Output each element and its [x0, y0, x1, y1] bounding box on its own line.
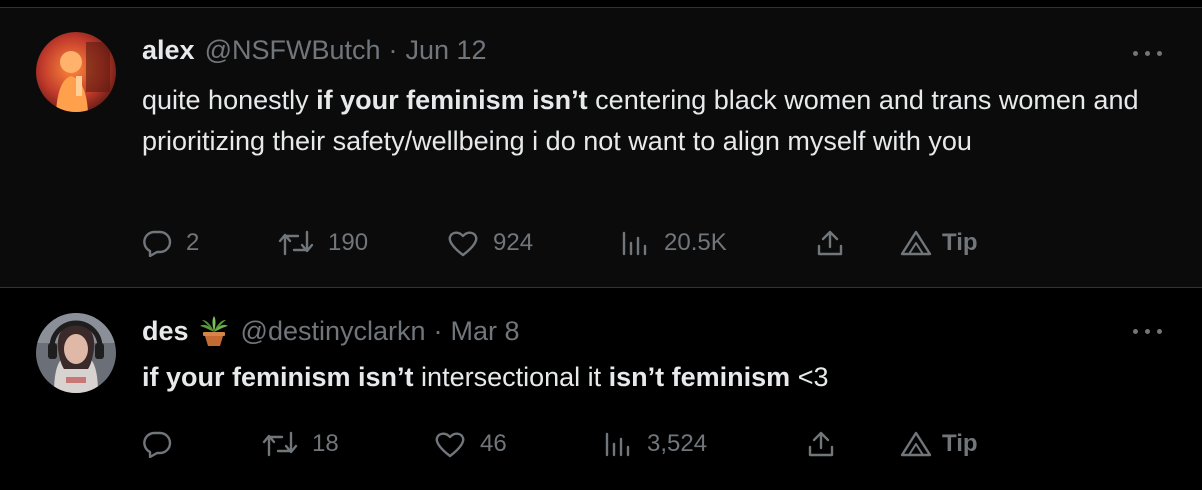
- views-button[interactable]: 3,524: [603, 424, 707, 464]
- text-bold-segment: isn’t feminism: [608, 362, 791, 392]
- share-icon: [817, 230, 843, 256]
- tweet-feed: alex @NSFWButch · Jun 12 quite honestly …: [0, 0, 1202, 490]
- separator-dot: ·: [433, 315, 443, 346]
- retweet-icon: [278, 230, 314, 256]
- tip-button[interactable]: Tip: [900, 223, 978, 263]
- reply-icon: [143, 230, 172, 257]
- like-count: 924: [493, 229, 534, 256]
- analytics-icon: [622, 231, 647, 256]
- share-button[interactable]: [815, 223, 845, 263]
- text-segment: intersectional it: [413, 362, 609, 392]
- reply-button[interactable]: 2: [142, 223, 199, 263]
- reply-button[interactable]: [142, 424, 186, 464]
- more-options-icon[interactable]: [1133, 48, 1165, 58]
- tweet-date[interactable]: Mar 8: [451, 316, 520, 347]
- tweet-date[interactable]: Jun 12: [406, 35, 487, 66]
- like-button[interactable]: 46: [434, 424, 507, 464]
- tip-button[interactable]: Tip: [900, 424, 978, 464]
- tip-label: Tip: [942, 229, 978, 256]
- retweet-button[interactable]: 190: [278, 223, 368, 263]
- heart-icon: [448, 231, 478, 257]
- heart-icon: [435, 432, 465, 458]
- tweet-actions: 18 46 3,524 Tip: [0, 424, 1202, 464]
- like-button[interactable]: 924: [447, 223, 533, 263]
- avatar-alex[interactable]: [36, 32, 116, 112]
- view-count: 3,524: [647, 430, 708, 457]
- reply-icon: [143, 431, 172, 458]
- separator-dot: ·: [388, 35, 398, 65]
- tip-icon: [900, 431, 932, 457]
- tip-label: Tip: [942, 430, 978, 457]
- display-name[interactable]: des: [142, 316, 189, 347]
- analytics-icon: [605, 432, 630, 457]
- tweet-text: if your feminism isn’t intersectional it…: [142, 357, 1172, 398]
- like-count: 46: [480, 430, 507, 457]
- reply-count: 2: [186, 229, 200, 256]
- text-bold-segment: if your feminism isn’t: [316, 85, 588, 115]
- share-icon: [808, 431, 834, 457]
- display-name[interactable]: alex: [142, 35, 195, 66]
- user-handle[interactable]: @NSFWButch: [205, 35, 381, 66]
- user-handle[interactable]: @destinyclarkn: [241, 316, 426, 347]
- tweet-header: des @destinyclarkn · Mar 8: [142, 314, 520, 348]
- tweet-header: alex @NSFWButch · Jun 12: [142, 35, 487, 66]
- text-bold-segment: if your feminism isn’t: [142, 362, 414, 392]
- avatar-des[interactable]: [36, 313, 116, 393]
- tweet-alex[interactable]: alex @NSFWButch · Jun 12 quite honestly …: [0, 8, 1202, 288]
- text-segment: <3: [790, 362, 829, 392]
- share-button[interactable]: [806, 424, 836, 464]
- tweet-des[interactable]: des @destinyclarkn · Mar 8 if your femin…: [0, 289, 1202, 490]
- retweet-button[interactable]: 18: [262, 424, 339, 464]
- tip-icon: [900, 230, 932, 256]
- retweet-count: 18: [312, 430, 339, 457]
- top-divider: [0, 0, 1202, 8]
- text-segment: quite honestly: [142, 85, 317, 115]
- tweet-actions: 2 190 924 20.5K Tip: [0, 223, 1202, 263]
- views-button[interactable]: 20.5K: [620, 223, 727, 263]
- potted-plant-icon: [197, 314, 231, 348]
- retweet-icon: [262, 431, 298, 457]
- tweet-text: quite honestly if your feminism isn’t ce…: [142, 80, 1172, 162]
- retweet-count: 190: [328, 229, 369, 256]
- more-options-icon[interactable]: [1133, 326, 1165, 336]
- view-count: 20.5K: [664, 229, 727, 256]
